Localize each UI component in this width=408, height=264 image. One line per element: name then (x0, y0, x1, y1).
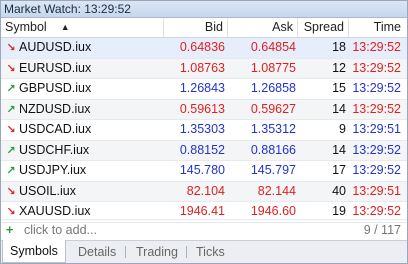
table-row[interactable]: ↗ GBPUSD.iux 1.26843 1.26858 15 13:29:52 (1, 79, 407, 100)
tab-trading[interactable]: Trading (136, 241, 178, 263)
sort-ascending-icon: ▲ (60, 22, 70, 32)
table-row[interactable]: ↗ NZDUSD.iux 0.59613 0.59627 14 13:29:52 (1, 99, 407, 120)
ask-price: 0.88166 (250, 142, 296, 157)
spread-value: 14 (332, 142, 346, 157)
symbol-cell: ↗ USDCHF.iux (3, 141, 163, 161)
trend-down-arrow-icon: ↘ (6, 124, 16, 136)
symbol-name: XAUUSD.iux (19, 204, 91, 218)
table-row[interactable]: ↘ AUDUSD.iux 0.64836 0.64854 18 13:29:52 (1, 38, 407, 59)
trend-down-arrow-icon: ↘ (6, 42, 16, 54)
spread-value: 17 (332, 163, 346, 177)
spread-value: 9 (339, 122, 346, 136)
quote-time: 13:29:52 (352, 81, 401, 95)
bid-price: 0.88152 (179, 142, 225, 157)
tab-ticks[interactable]: Ticks (196, 241, 225, 263)
trend-up-arrow-icon: ↗ (6, 83, 16, 95)
symbol-cell: ↘ EURUSD.iux (3, 59, 163, 79)
ask-price: 0.64854 (250, 40, 296, 54)
spread-value: 12 (332, 60, 346, 75)
tab-separator (186, 246, 187, 258)
symbol-cell: ↗ GBPUSD.iux (3, 79, 163, 99)
table-row[interactable]: ↗ USDJPY.iux 145.780 145.797 17 13:29:52 (1, 161, 407, 182)
column-header-symbol[interactable]: Symbol ▲ (1, 18, 164, 37)
bid-price: 82.104 (186, 183, 225, 198)
symbol-name: GBPUSD.iux (19, 81, 92, 95)
symbol-name: USDCAD.iux (19, 122, 92, 136)
symbol-header-label: Symbol (5, 20, 47, 34)
market-watch-window: Market Watch: 13:29:52 Symbol ▲ Bid Ask S… (0, 0, 408, 264)
bid-price: 0.59613 (179, 101, 225, 116)
symbol-cell: ↘ USOIL.iux (3, 182, 163, 202)
table-header: Symbol ▲ Bid Ask Spread Time (1, 18, 407, 38)
window-title: Market Watch: 13:29:52 (1, 1, 407, 18)
ask-price: 1.08775 (250, 60, 296, 75)
ask-price: 1.35312 (250, 122, 296, 136)
symbol-name: EURUSD.iux (19, 60, 92, 75)
ask-price: 145.797 (250, 163, 296, 177)
symbol-cell: ↘ AUDUSD.iux (3, 38, 163, 58)
trend-up-arrow-icon: ↗ (6, 103, 16, 116)
table-row[interactable]: ↘ USDCAD.iux 1.35303 1.35312 9 13:29:51 (1, 120, 407, 141)
symbol-cell: ↗ NZDUSD.iux (3, 100, 163, 120)
spread-value: 40 (332, 183, 346, 198)
symbol-name: NZDUSD.iux (19, 101, 91, 116)
add-symbol-label: click to add... (24, 223, 97, 237)
quote-time: 13:29:52 (352, 40, 401, 54)
add-symbol-row[interactable]: + click to add... 9 / 117 (1, 219, 407, 240)
spread-value: 14 (332, 101, 346, 116)
bid-price: 145.780 (179, 163, 225, 177)
tab-bar: Symbols Details Trading Ticks (1, 240, 407, 263)
spread-value: 18 (332, 40, 346, 54)
symbol-cell: ↘ USDCAD.iux (3, 120, 163, 140)
symbol-name: USDCHF.iux (19, 142, 90, 157)
trend-up-arrow-icon: ↗ (6, 165, 16, 177)
ask-price: 82.144 (257, 183, 296, 198)
bid-price: 1.35303 (179, 122, 225, 136)
column-header-ask[interactable]: Ask (228, 18, 298, 37)
ask-price: 0.59627 (250, 101, 296, 116)
trend-up-arrow-icon: ↗ (6, 144, 16, 157)
quote-time: 13:29:52 (352, 142, 401, 157)
column-header-spread[interactable]: Spread (298, 18, 349, 37)
column-header-time[interactable]: Time (349, 18, 407, 37)
symbol-name: AUDUSD.iux (19, 40, 92, 54)
tab-symbols[interactable]: Symbols (2, 240, 66, 263)
tab-details[interactable]: Details (78, 241, 116, 263)
quote-time: 13:29:52 (352, 101, 401, 116)
symbol-list: ↘ AUDUSD.iux 0.64836 0.64854 18 13:29:52 ↘ EURU… (1, 38, 407, 223)
quote-time: 13:29:51 (352, 183, 401, 198)
bid-price: 1.26843 (179, 81, 225, 95)
column-header-bid[interactable]: Bid (164, 18, 228, 37)
trend-down-arrow-icon: ↘ (6, 62, 16, 75)
bid-price: 0.64836 (179, 40, 225, 54)
tab-separator (125, 246, 126, 258)
symbol-name: USDJPY.iux (19, 163, 87, 177)
ask-price: 1.26858 (250, 81, 296, 95)
quote-time: 13:29:52 (352, 163, 401, 177)
symbol-cell: ↗ USDJPY.iux (3, 161, 163, 181)
table-row[interactable]: ↘ USOIL.iux 82.104 82.144 40 13:29:51 (1, 181, 407, 202)
trend-down-arrow-icon: ↘ (6, 185, 16, 198)
quote-time: 13:29:52 (352, 60, 401, 75)
plus-icon: + (6, 223, 14, 237)
symbol-count: 9 / 117 (363, 223, 401, 237)
symbol-name: USOIL.iux (19, 183, 76, 198)
table-row[interactable]: ↗ USDCHF.iux 0.88152 0.88166 14 13:29:52 (1, 140, 407, 161)
bid-price: 1.08763 (179, 60, 225, 75)
quote-time: 13:29:51 (352, 122, 401, 136)
spread-value: 15 (332, 81, 346, 95)
table-row[interactable]: ↘ EURUSD.iux 1.08763 1.08775 12 13:29:52 (1, 58, 407, 79)
